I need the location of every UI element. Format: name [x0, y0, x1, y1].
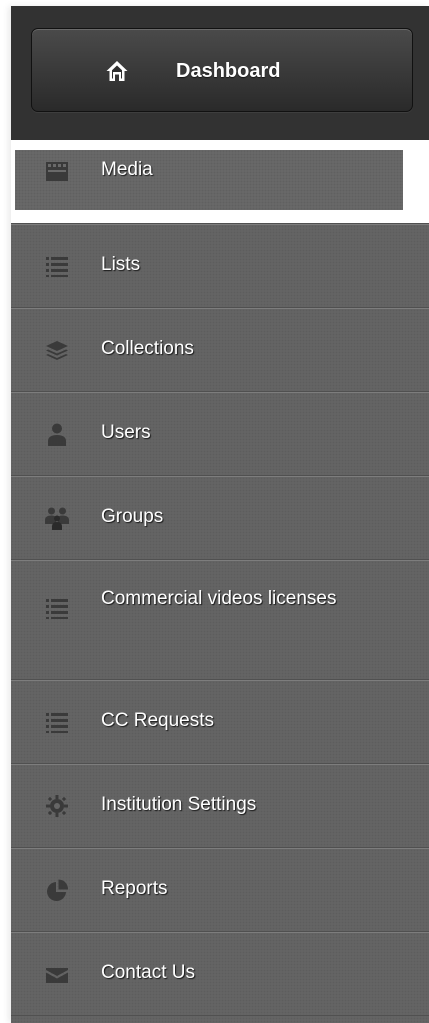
- nav-item-cc-requests[interactable]: CC Requests: [11, 680, 429, 764]
- nav-item-collections[interactable]: Collections: [11, 308, 429, 392]
- main-nav: Media Lists Collections Users Groups Com…: [11, 140, 429, 1016]
- user-icon: [45, 422, 69, 446]
- nav-item-lists[interactable]: Lists: [11, 224, 429, 308]
- nav-item-label: Users: [101, 422, 151, 443]
- nav-item-label: Contact Us: [101, 962, 195, 983]
- dashboard-label: Dashboard: [176, 60, 281, 82]
- nav-item-institution-settings[interactable]: Institution Settings: [11, 764, 429, 848]
- list-icon: [45, 596, 69, 620]
- film-icon: [45, 159, 69, 183]
- nav-item-label: Lists: [101, 254, 141, 275]
- nav-item-label: CC Requests: [101, 710, 214, 731]
- envelope-icon: [45, 962, 69, 986]
- nav-item-groups[interactable]: Groups: [11, 476, 429, 560]
- layers-icon: [45, 338, 69, 362]
- dashboard-button[interactable]: Dashboard: [31, 28, 413, 112]
- nav-item-label: Commercial videos licenses: [101, 588, 337, 609]
- nav-item-label: Collections: [101, 338, 194, 359]
- nav-item-users[interactable]: Users: [11, 392, 429, 476]
- pie-chart-icon: [45, 878, 69, 902]
- nav-item-contact-us[interactable]: Contact Us: [11, 932, 429, 1016]
- gear-icon: [45, 794, 69, 818]
- dashboard-header: Dashboard: [11, 6, 429, 140]
- nav-item-media[interactable]: Media: [11, 140, 429, 224]
- home-icon: [105, 59, 129, 83]
- group-icon: [45, 506, 69, 530]
- list-icon: [45, 254, 69, 278]
- nav-item-label: Institution Settings: [101, 794, 257, 815]
- nav-item-label: Reports: [101, 878, 168, 899]
- nav-item-label: Groups: [101, 506, 164, 527]
- nav-item-commercial-videos-licenses[interactable]: Commercial videos licenses: [11, 560, 429, 680]
- list-icon: [45, 710, 69, 734]
- nav-item-reports[interactable]: Reports: [11, 848, 429, 932]
- sidebar: Dashboard Media Lists Collections Users …: [11, 6, 429, 1023]
- nav-item-label: Media: [101, 159, 153, 180]
